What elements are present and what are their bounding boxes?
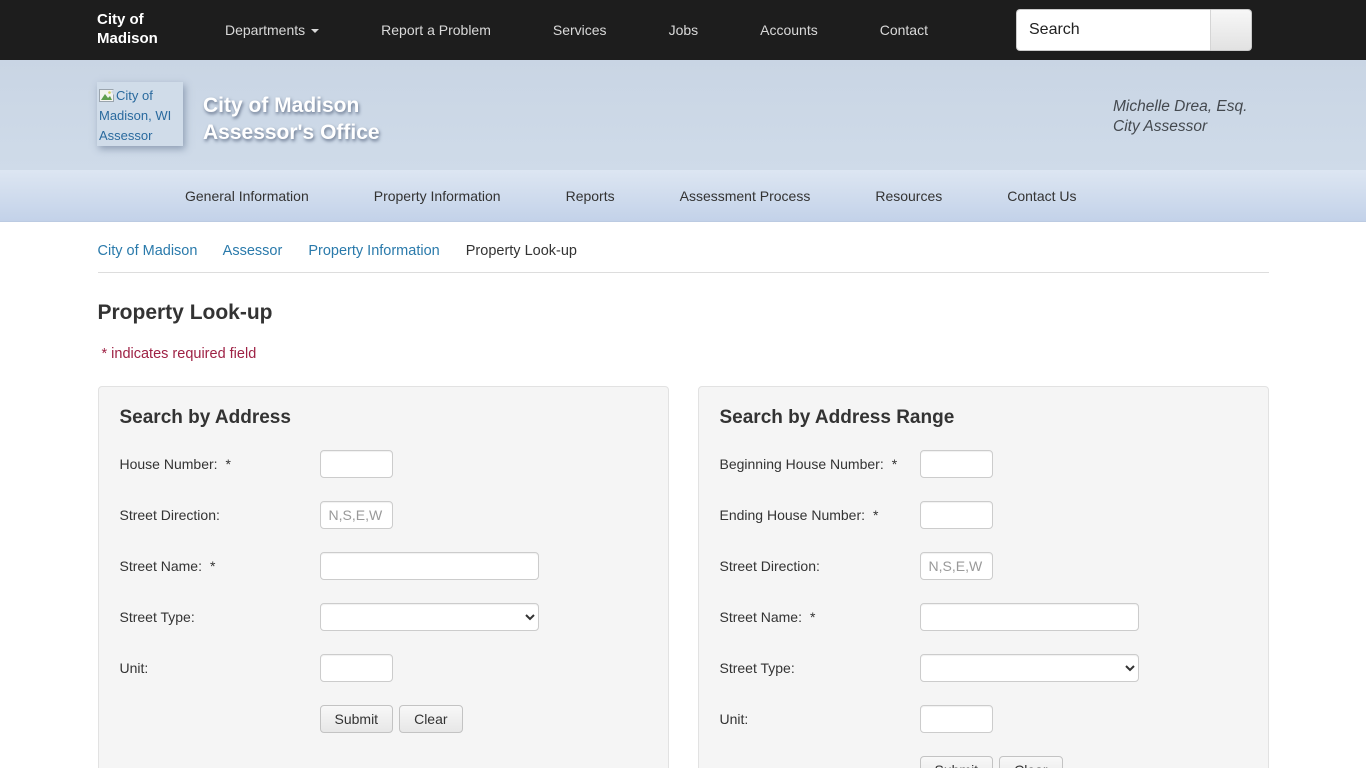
ending-house-number-label: Ending House Number: * [720, 507, 920, 523]
mainnav-item-reports[interactable]: Reports [566, 188, 615, 204]
content-container: City of Madison Assessor Property Inform… [97, 222, 1269, 768]
breadcrumb-link-property-information[interactable]: Property Information [308, 243, 439, 259]
ending-house-number-required-mark: * [873, 507, 879, 523]
house-number-row: House Number: * [120, 450, 647, 478]
street-type-row: Street Type: [120, 603, 647, 631]
search-by-address-title: Search by Address [119, 407, 291, 428]
range-street-name-required-mark: * [809, 609, 816, 625]
range-street-direction-input[interactable] [919, 552, 993, 580]
range-street-direction-label: Street Direction: [720, 558, 920, 574]
address-form-buttons: Submit Clear [319, 705, 647, 733]
ending-house-number-label-text: Ending House Number: [719, 507, 866, 523]
topnav-item-accounts[interactable]: Accounts [760, 2, 818, 58]
street-direction-label-text: Street Direction: [119, 507, 220, 523]
unit-row: Unit: [120, 654, 647, 682]
range-street-name-label: Street Name: * [720, 609, 920, 625]
breadcrumb: City of Madison Assessor Property Inform… [98, 222, 1269, 259]
topnav-item-services[interactable]: Services [553, 2, 607, 58]
house-number-required-mark: * [225, 456, 231, 472]
broken-image-icon [99, 89, 114, 102]
beginning-house-number-label: Beginning House Number: * [720, 456, 920, 472]
range-street-type-label-text: Street Type: [719, 660, 795, 676]
range-street-type-select[interactable] [919, 654, 1139, 682]
topnav-item-departments[interactable]: Departments [225, 2, 320, 58]
range-street-type-label: Street Type: [720, 660, 920, 676]
topnav-item-contact[interactable]: Contact [880, 2, 928, 58]
house-number-label-text: House Number: [119, 456, 218, 472]
range-unit-label: Unit: [720, 711, 920, 727]
range-unit-input[interactable] [919, 705, 993, 733]
beginning-house-number-required-mark: * [891, 456, 898, 472]
unit-label: Unit: [120, 660, 320, 676]
range-submit-button[interactable]: Submit [919, 756, 994, 768]
section-navbar: General Information Property Information… [0, 170, 1366, 222]
search-button[interactable] [1210, 9, 1252, 51]
range-street-name-label-text: Street Name: [719, 609, 802, 625]
search-by-address-range-title: Search by Address Range [719, 407, 955, 428]
house-number-label: House Number: * [120, 456, 320, 472]
street-direction-label: Street Direction: [120, 507, 320, 523]
range-clear-button[interactable]: Clear [999, 756, 1063, 768]
mainnav-item-general-information[interactable]: General Information [185, 188, 309, 204]
range-street-direction-row: Street Direction: [720, 552, 1247, 580]
mainnav-item-property-information[interactable]: Property Information [374, 188, 501, 204]
caret-down-icon [311, 29, 320, 34]
search-panels: Search by Address House Number: * Street … [97, 386, 1269, 768]
top-navbar: City of Madison Departments Report a Pro… [0, 0, 1366, 60]
breadcrumb-link-assessor[interactable]: Assessor [223, 243, 283, 259]
street-type-label-text: Street Type: [119, 609, 195, 625]
site-title: City of Madison Assessor's Office [203, 93, 380, 147]
ending-house-number-input[interactable] [919, 501, 993, 529]
range-form-buttons: Submit Clear [919, 756, 1247, 768]
assessor-name: Michelle Drea, Esq. [1113, 98, 1248, 115]
mainnav-item-assessment-process[interactable]: Assessment Process [680, 188, 811, 204]
street-direction-row: Street Direction: [120, 501, 647, 529]
range-street-direction-label-text: Street Direction: [719, 558, 820, 574]
address-clear-button[interactable]: Clear [399, 705, 463, 733]
street-name-label-text: Street Name: [119, 558, 202, 574]
site-search [1016, 9, 1252, 51]
department-header: City of Madison, WI Assessor City of Mad… [0, 60, 1366, 170]
breadcrumb-current: Property Look-up [465, 243, 577, 259]
page-title: Property Look-up [97, 301, 273, 324]
search-by-address-panel: Search by Address House Number: * Street … [97, 386, 669, 768]
house-number-input[interactable] [319, 450, 393, 478]
site-title-line1: City of Madison [203, 94, 360, 117]
range-street-type-row: Street Type: [720, 654, 1247, 682]
breadcrumb-link-city-of-madison[interactable]: City of Madison [98, 243, 198, 259]
topnav-item-departments-label: Departments [225, 22, 306, 38]
assessor-logo-link[interactable]: City of Madison, WI Assessor [97, 82, 183, 146]
address-submit-button[interactable]: Submit [319, 705, 394, 733]
search-by-address-range-panel: Search by Address Range Beginning House … [697, 386, 1269, 768]
topnav-menu: Departments Report a Problem Services Jo… [225, 2, 990, 58]
range-unit-label-text: Unit: [719, 711, 749, 727]
unit-input[interactable] [319, 654, 393, 682]
street-type-label: Street Type: [120, 609, 320, 625]
range-street-name-input[interactable] [919, 603, 1139, 631]
breadcrumb-divider [97, 272, 1269, 273]
assessor-info: Michelle Drea, Esq. City Assessor [1113, 97, 1247, 137]
city-brand-link[interactable]: City of Madison [97, 11, 183, 49]
range-street-name-row: Street Name: * [720, 603, 1247, 631]
street-name-required-mark: * [209, 558, 216, 574]
beginning-house-number-label-text: Beginning House Number: [719, 456, 884, 472]
search-input[interactable] [1016, 9, 1210, 51]
street-name-row: Street Name: * [120, 552, 647, 580]
topnav-item-jobs[interactable]: Jobs [669, 2, 699, 58]
range-unit-row: Unit: [720, 705, 1247, 733]
mainnav-item-contact-us[interactable]: Contact Us [1007, 188, 1076, 204]
unit-label-text: Unit: [119, 660, 149, 676]
beginning-house-number-input[interactable] [919, 450, 993, 478]
topnav-item-report-a-problem[interactable]: Report a Problem [381, 2, 491, 58]
mainnav-item-resources[interactable]: Resources [875, 188, 942, 204]
street-name-input[interactable] [319, 552, 539, 580]
assessor-title: City Assessor [1113, 118, 1208, 136]
required-field-note: * indicates required field [101, 346, 257, 362]
street-direction-input[interactable] [319, 501, 393, 529]
street-name-label: Street Name: * [120, 558, 320, 574]
beginning-house-number-row: Beginning House Number: * [720, 450, 1247, 478]
street-type-select[interactable] [319, 603, 539, 631]
ending-house-number-row: Ending House Number: * [720, 501, 1247, 529]
site-title-line2: Assessor's Office [203, 120, 380, 144]
